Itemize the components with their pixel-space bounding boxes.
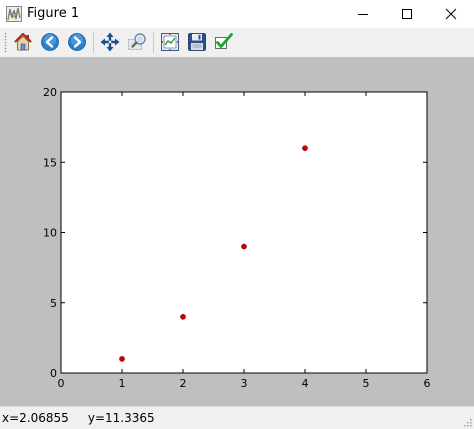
- data-point: [241, 243, 247, 250]
- forward-button[interactable]: [66, 31, 88, 53]
- home-icon: [14, 32, 32, 51]
- resize-grip-icon[interactable]: [462, 417, 472, 427]
- plot-area: [61, 92, 427, 373]
- data-point: [302, 145, 308, 152]
- toolbar-separator: [93, 32, 94, 53]
- window-title: Figure 1: [27, 6, 80, 21]
- arrow-left-icon: [41, 33, 59, 51]
- y-tick-label: 15: [43, 156, 57, 169]
- x-tick-label: 2: [180, 377, 187, 390]
- y-tick-label: 20: [43, 86, 57, 99]
- checkmark-icon: [215, 33, 233, 49]
- x-tick-label: 6: [424, 377, 431, 390]
- home-button[interactable]: [12, 31, 34, 53]
- back-button[interactable]: [39, 31, 61, 53]
- move-icon: [100, 32, 120, 52]
- pan-button[interactable]: [99, 31, 121, 53]
- maximize-button[interactable]: [386, 0, 428, 28]
- subplots-icon: [161, 33, 179, 51]
- minimize-button[interactable]: [342, 0, 384, 28]
- close-icon: [445, 8, 457, 20]
- subplots-button[interactable]: [159, 31, 181, 53]
- minimize-icon: [358, 14, 368, 15]
- status-bar: x=2.06855 y=11.3365: [0, 406, 474, 429]
- x-tick-label: 5: [363, 377, 370, 390]
- save-button[interactable]: [186, 31, 208, 53]
- x-tick-label: 1: [119, 377, 126, 390]
- toolbar-separator: [153, 32, 154, 53]
- data-point: [119, 356, 125, 362]
- y-tick-label: 5: [50, 297, 57, 310]
- y-tick-label: 0: [50, 367, 57, 380]
- scatter-chart[interactable]: 0 1 2 3 4 5 6 0 5 10 15 20: [0, 57, 474, 406]
- floppy-disk-icon: [188, 33, 206, 51]
- cursor-coordinates: x=2.06855 y=11.3365: [2, 411, 155, 425]
- close-button[interactable]: [430, 0, 472, 28]
- toolbar-grip[interactable]: [4, 32, 7, 53]
- arrow-right-icon: [68, 33, 86, 51]
- x-tick-label: 3: [241, 377, 248, 390]
- zoom-button[interactable]: [126, 31, 148, 53]
- navigation-toolbar: [0, 28, 474, 57]
- zoom-rect-icon: [128, 33, 146, 50]
- data-point: [180, 313, 186, 320]
- x-tick-label: 4: [302, 377, 309, 390]
- maximize-icon: [402, 9, 412, 19]
- figure-canvas[interactable]: 0 1 2 3 4 5 6 0 5 10 15 20: [0, 57, 474, 406]
- matplotlib-app-icon: [6, 6, 22, 22]
- x-tick-label: 0: [58, 377, 65, 390]
- y-tick-label: 10: [43, 227, 57, 240]
- edit-axes-button[interactable]: [213, 31, 235, 53]
- title-bar: Figure 1: [0, 0, 474, 28]
